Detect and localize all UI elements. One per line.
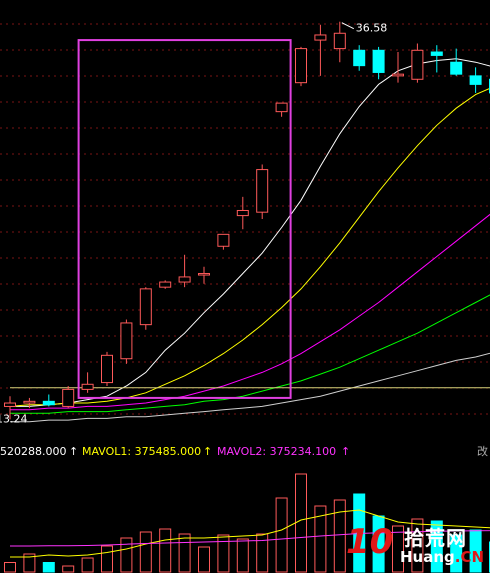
logo-en-suffix: .CN: [454, 548, 485, 566]
kline-chart: 36.5813.24 520288.000 ↑ MAVOL1: 375485.0…: [0, 0, 490, 573]
volume-bar: [295, 473, 307, 573]
volume-bar: [62, 565, 75, 573]
logo-en-text: Huang.CN: [400, 548, 484, 566]
volume-bar: [42, 562, 55, 573]
volume-panel: [4, 473, 490, 573]
volume-bar: [159, 528, 172, 573]
volume-bar: [275, 497, 288, 573]
volume-bar: [236, 538, 249, 573]
volume-bar: [256, 533, 269, 573]
volume-bar: [198, 546, 210, 573]
logo-en-prefix: Huang: [400, 548, 455, 566]
logo-cn-text: 拾荒网: [404, 526, 467, 550]
volume-bar: [139, 531, 152, 573]
volume-bar: [120, 537, 133, 573]
volume-bar: [333, 499, 346, 573]
volume-bar: [4, 562, 16, 573]
volume-bar: [178, 533, 191, 573]
volume-bar: [101, 545, 113, 573]
volume-bar: [217, 534, 230, 573]
watermark-logo: 10 拾荒网 Huang.CN: [346, 520, 486, 570]
logo-digits: 10: [346, 522, 394, 562]
volume-bar: [81, 557, 94, 573]
